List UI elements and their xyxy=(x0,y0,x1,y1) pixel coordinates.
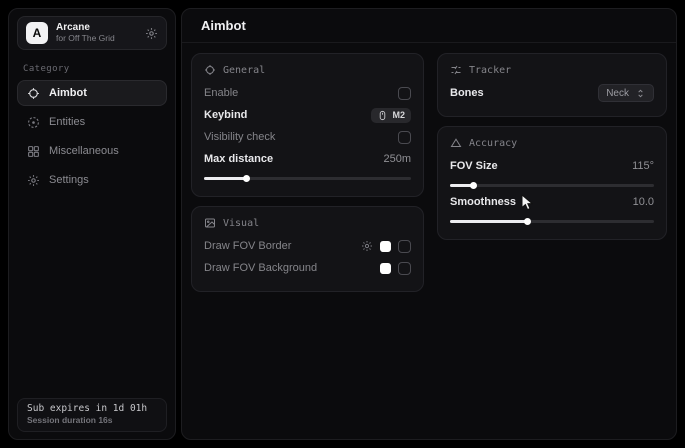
sidebar: A Arcane for Off The Grid Category Aimbo… xyxy=(8,8,176,440)
gear-icon[interactable] xyxy=(361,240,373,252)
max-distance-value: 250m xyxy=(383,153,411,165)
subscription-card: Sub expires in 1d 01h Session duration 1… xyxy=(17,398,167,432)
sidebar-nav: Aimbot Entities Miscellaneous Settings xyxy=(9,80,175,193)
smoothness-slider[interactable] xyxy=(450,220,654,223)
slider-thumb[interactable] xyxy=(470,182,477,189)
fov-size-row: FOV Size 115° xyxy=(450,155,654,177)
accuracy-card: Accuracy FOV Size 115° Smoothness 10.0 xyxy=(437,126,667,240)
fov-size-value: 115° xyxy=(632,160,654,172)
smoothness-row: Smoothness 10.0 xyxy=(450,191,654,213)
enable-row: Enable xyxy=(204,82,411,104)
fov-border-color-swatch[interactable] xyxy=(380,241,391,252)
keybind-badge[interactable]: M2 xyxy=(371,108,411,123)
bones-selected-value: Neck xyxy=(606,88,629,99)
crosshair-icon xyxy=(27,87,40,100)
sidebar-item-settings[interactable]: Settings xyxy=(17,167,167,193)
fov-border-label: Draw FOV Border xyxy=(204,240,291,252)
fov-size-slider[interactable] xyxy=(450,184,654,187)
main-header: Aimbot xyxy=(182,9,676,43)
fov-background-row: Draw FOV Background xyxy=(204,257,411,279)
gear-icon[interactable] xyxy=(145,27,158,40)
fov-background-label: Draw FOV Background xyxy=(204,262,317,274)
brand-logo: A xyxy=(26,22,48,44)
smoothness-label: Smoothness xyxy=(450,196,516,208)
category-label: Category xyxy=(23,64,175,74)
keybind-label: Keybind xyxy=(204,109,247,121)
visibility-check-row: Visibility check xyxy=(204,126,411,148)
session-duration-text: Session duration 16s xyxy=(27,415,157,425)
brand-text: Arcane for Off The Grid xyxy=(56,22,137,43)
triangle-icon xyxy=(450,137,462,149)
slider-thumb[interactable] xyxy=(524,218,531,225)
bones-row: Bones Neck xyxy=(450,82,654,104)
sidebar-item-label: Miscellaneous xyxy=(49,145,119,157)
slider-thumb[interactable] xyxy=(243,175,250,182)
bones-select[interactable]: Neck xyxy=(598,84,654,102)
fov-border-checkbox[interactable] xyxy=(398,240,411,253)
radar-icon xyxy=(27,116,40,129)
visibility-check-checkbox[interactable] xyxy=(398,131,411,144)
accuracy-card-header: Accuracy xyxy=(450,137,654,149)
general-card-header: General xyxy=(204,64,411,76)
sidebar-item-entities[interactable]: Entities xyxy=(17,109,167,135)
visual-card-header: Visual xyxy=(204,217,411,229)
general-card: General Enable Keybind M2 Visi xyxy=(191,53,424,197)
keybind-row: Keybind M2 xyxy=(204,104,411,126)
sub-expiry-text: Sub expires in 1d 01h xyxy=(27,403,157,414)
route-icon xyxy=(450,64,462,76)
max-distance-slider[interactable] xyxy=(204,177,411,180)
tracker-card-title: Tracker xyxy=(469,65,511,76)
enable-label: Enable xyxy=(204,87,238,99)
fov-border-row: Draw FOV Border xyxy=(204,235,411,257)
tracker-card-header: Tracker xyxy=(450,64,654,76)
mouse-icon xyxy=(377,110,388,121)
sidebar-item-miscellaneous[interactable]: Miscellaneous xyxy=(17,138,167,164)
sidebar-item-label: Aimbot xyxy=(49,87,87,99)
fov-size-label: FOV Size xyxy=(450,160,498,172)
tracker-card: Tracker Bones Neck xyxy=(437,53,667,117)
image-icon xyxy=(204,217,216,229)
max-distance-row: Max distance 250m xyxy=(204,148,411,170)
brand-subtitle: for Off The Grid xyxy=(56,34,137,44)
gear-icon xyxy=(27,174,40,187)
bones-label: Bones xyxy=(450,87,484,99)
grid-icon xyxy=(27,145,40,158)
unfold-icon xyxy=(635,88,646,99)
keybind-value: M2 xyxy=(392,110,405,120)
crosshair-icon xyxy=(204,64,216,76)
visual-card: Visual Draw FOV Border Draw FOV Backgrou… xyxy=(191,206,424,292)
smoothness-value: 10.0 xyxy=(633,196,654,208)
fov-background-color-swatch[interactable] xyxy=(380,263,391,274)
page-title: Aimbot xyxy=(201,18,246,33)
main-panel: Aimbot General Enable Keybind xyxy=(181,8,677,440)
visibility-check-label: Visibility check xyxy=(204,131,275,143)
fov-background-checkbox[interactable] xyxy=(398,262,411,275)
sidebar-item-label: Entities xyxy=(49,116,85,128)
max-distance-label: Max distance xyxy=(204,153,273,165)
visual-card-title: Visual xyxy=(223,218,259,229)
sidebar-item-label: Settings xyxy=(49,174,89,186)
brand-card: A Arcane for Off The Grid xyxy=(17,16,167,50)
accuracy-card-title: Accuracy xyxy=(469,138,517,149)
sidebar-item-aimbot[interactable]: Aimbot xyxy=(17,80,167,106)
enable-checkbox[interactable] xyxy=(398,87,411,100)
general-card-title: General xyxy=(223,65,265,76)
